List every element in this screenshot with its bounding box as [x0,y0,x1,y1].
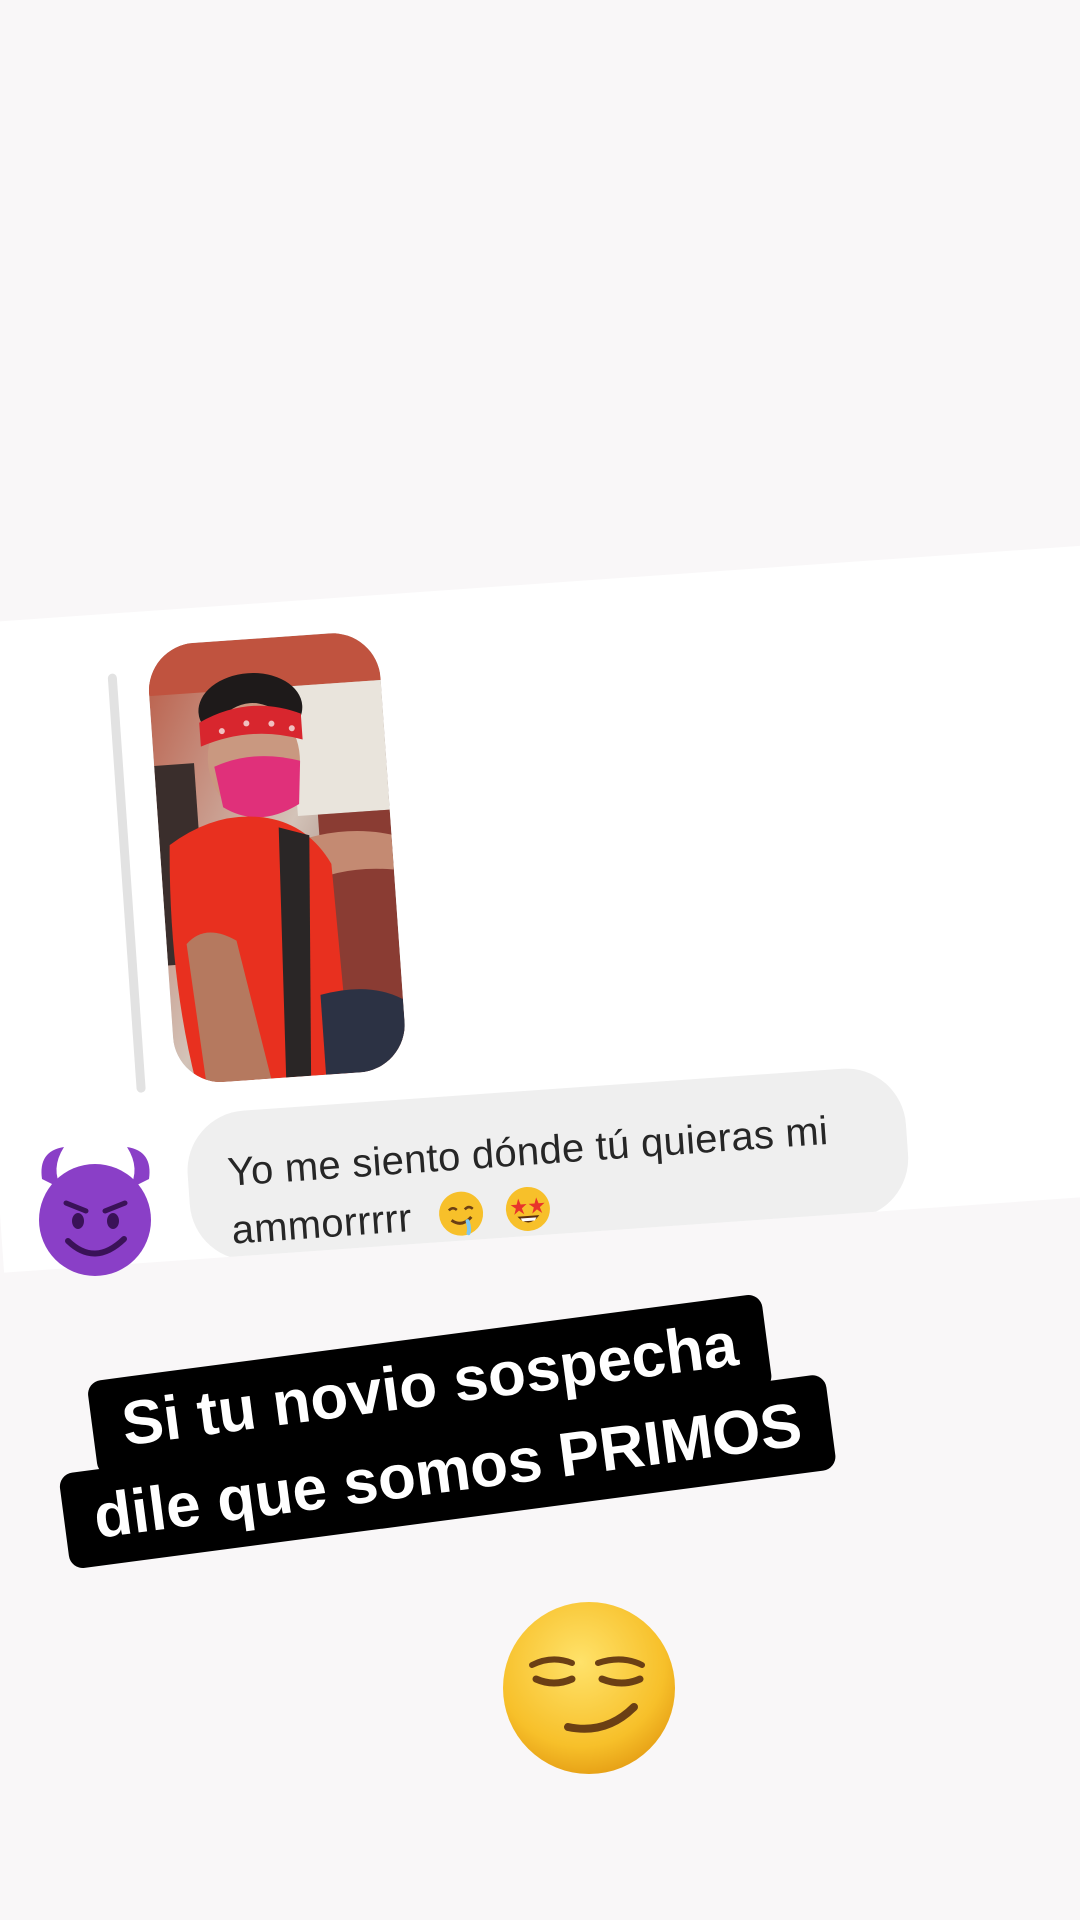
smiling-devil-icon [39,1147,151,1276]
smirking-face-icon[interactable] [498,1597,680,1779]
story-canvas: Yo me siento dónde tú quieras mi ammorrr… [0,0,1080,1920]
caption-sticker[interactable]: Si tu novio sospecha dile que somos PRIM… [22,1233,959,1688]
photo-person-in-car [145,630,408,1086]
photo-attachment[interactable] [145,630,408,1086]
message-text-row: Yo me siento dónde tú quieras mi ammorrr… [226,1099,873,1259]
reply-indicator-line [107,673,146,1093]
star-struck-icon [506,1186,551,1231]
drooling-face-icon [438,1191,483,1236]
message-bubble[interactable]: Yo me siento dónde tú quieras mi ammorrr… [183,1064,913,1265]
